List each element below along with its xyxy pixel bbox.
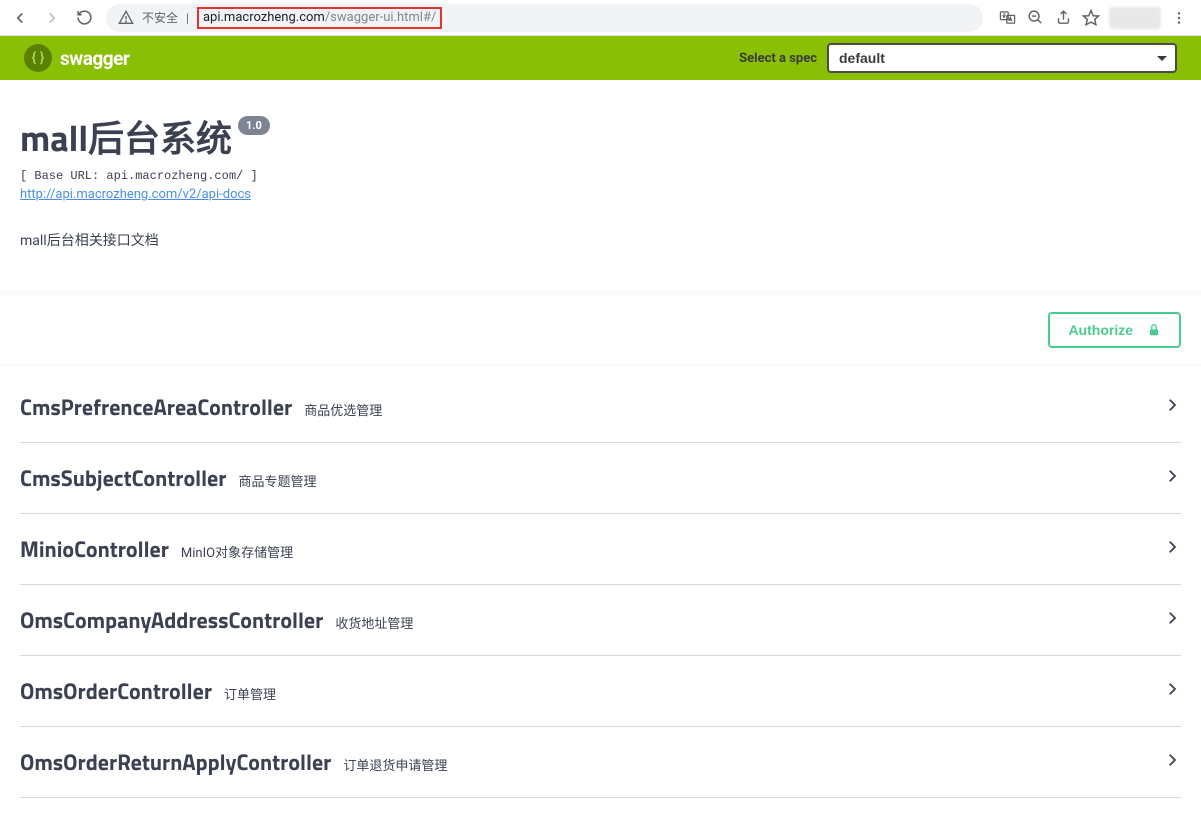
api-docs-link[interactable]: http://api.macrozheng.com/v2/api-docs: [20, 187, 251, 202]
back-button[interactable]: [6, 4, 34, 32]
share-icon[interactable]: [1053, 8, 1073, 28]
bookmark-icon[interactable]: [1081, 8, 1101, 28]
lock-icon: [1147, 323, 1161, 337]
tag-desc: 订单管理: [224, 684, 276, 703]
spec-label: Select a spec: [739, 51, 817, 66]
tag-row[interactable]: CmsSubjectController 商品专题管理: [20, 443, 1181, 514]
warning-icon: [118, 10, 134, 26]
version-badge: 1.0: [238, 116, 270, 135]
api-title: mall后台系统: [20, 110, 232, 165]
api-info-section: mall后台系统 1.0 [ Base URL: api.macrozheng.…: [0, 80, 1201, 290]
tag-left: MinioController MinIO对象存储管理: [20, 532, 293, 566]
reload-button[interactable]: [70, 4, 98, 32]
chevron-right-icon: [1163, 609, 1181, 631]
authorize-section: Authorize: [0, 296, 1201, 364]
profile-avatar[interactable]: [1109, 7, 1161, 29]
zoom-icon[interactable]: [1025, 8, 1045, 28]
browser-toolbar: 不安全 | api.macrozheng.com/swagger-ui.html…: [0, 0, 1201, 36]
tag-desc: MinIO对象存储管理: [181, 542, 293, 561]
tag-left: OmsOrderController 订单管理: [20, 674, 276, 708]
tag-desc: 收货地址管理: [335, 613, 413, 632]
toolbar-right: [991, 7, 1195, 29]
tag-name: OmsOrderReturnApplyController: [20, 745, 331, 779]
tag-name: CmsPrefrenceAreaController: [20, 390, 292, 424]
forward-button[interactable]: [38, 4, 66, 32]
chevron-right-icon: [1163, 396, 1181, 418]
translate-icon[interactable]: [997, 8, 1017, 28]
url-text: api.macrozheng.com/swagger-ui.html#/: [203, 10, 436, 25]
tag-row[interactable]: OmsOrderController 订单管理: [20, 656, 1181, 727]
tag-row[interactable]: CmsPrefrenceAreaController 商品优选管理: [20, 372, 1181, 443]
authorize-button[interactable]: Authorize: [1048, 312, 1181, 348]
swagger-topbar: { } swagger Select a spec default: [0, 36, 1201, 80]
tag-name: MinioController: [20, 532, 169, 566]
tag-desc: 订单退货申请管理: [343, 755, 447, 774]
insecure-label: 不安全: [142, 9, 178, 26]
tag-name: OmsCompanyAddressController: [20, 603, 323, 637]
chevron-right-icon: [1163, 680, 1181, 702]
swagger-logo-icon: { }: [24, 44, 52, 72]
tag-left: CmsSubjectController 商品专题管理: [20, 461, 316, 495]
api-description: mall后台相关接口文档: [20, 230, 1181, 250]
tag-desc: 商品优选管理: [304, 400, 382, 419]
tag-left: OmsOrderReturnApplyController 订单退货申请管理: [20, 745, 447, 779]
tag-row[interactable]: MinioController MinIO对象存储管理: [20, 514, 1181, 585]
base-url: [ Base URL: api.macrozheng.com/ ]: [20, 169, 1181, 183]
url-highlight-box: api.macrozheng.com/swagger-ui.html#/: [197, 7, 442, 29]
menu-icon[interactable]: [1169, 8, 1189, 28]
chevron-right-icon: [1163, 538, 1181, 560]
swagger-logo[interactable]: { } swagger: [24, 44, 129, 72]
authorize-button-label: Authorize: [1068, 322, 1133, 338]
swagger-logo-text: swagger: [60, 47, 129, 70]
tag-name: OmsOrderController: [20, 674, 212, 708]
chevron-right-icon: [1163, 467, 1181, 489]
tag-left: OmsCompanyAddressController 收货地址管理: [20, 603, 413, 637]
chevron-right-icon: [1163, 751, 1181, 773]
tag-left: CmsPrefrenceAreaController 商品优选管理: [20, 390, 382, 424]
tag-name: CmsSubjectController: [20, 461, 226, 495]
tag-row[interactable]: OmsCompanyAddressController 收货地址管理: [20, 585, 1181, 656]
tags-list: CmsPrefrenceAreaController 商品优选管理 CmsSubje…: [0, 366, 1201, 818]
spec-selector-wrap: Select a spec default: [739, 43, 1177, 73]
tag-desc: 商品专题管理: [238, 471, 316, 490]
spec-select[interactable]: default: [827, 43, 1177, 73]
address-bar[interactable]: 不安全 | api.macrozheng.com/swagger-ui.html…: [106, 4, 983, 32]
tag-row[interactable]: OmsOrderReturnApplyController 订单退货申请管理: [20, 727, 1181, 798]
